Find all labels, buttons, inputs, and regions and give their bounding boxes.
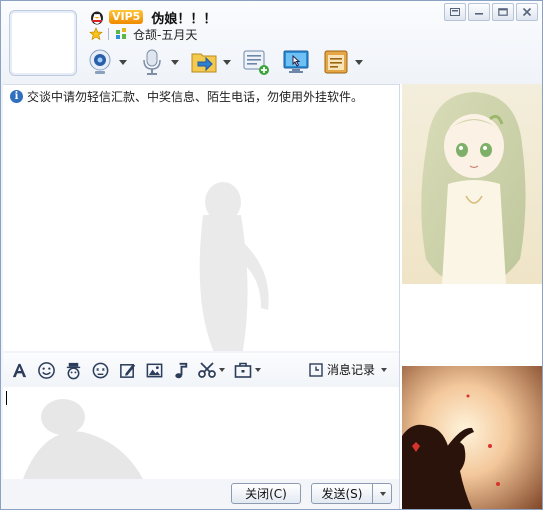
window-controls: [444, 3, 538, 21]
app-box-dropdown-arrow[interactable]: [355, 59, 363, 65]
chat-window: VIP5 伪娘！！！ 仓颉-五月天 i 交谈中请勿轻信汇款、中奖信息、陌生电话，…: [0, 0, 543, 510]
text-cursor: [6, 391, 7, 405]
security-notice: i 交谈中请勿轻信汇款、中奖信息、陌生电话，勿使用外挂软件。: [10, 88, 363, 105]
gift-button[interactable]: [233, 360, 261, 380]
smiley-icon: [37, 361, 55, 379]
skin-button[interactable]: [444, 3, 466, 21]
remote-assist-tool[interactable]: [281, 47, 311, 77]
webcam-icon: [89, 49, 111, 74]
contact-show-image: [402, 84, 542, 284]
avatar[interactable]: [9, 10, 77, 76]
create-discussion-tool[interactable]: [241, 47, 271, 77]
message-history-button[interactable]: 消息记录: [309, 361, 387, 378]
send-options-arrow: [380, 491, 386, 496]
music-note-icon: [174, 362, 187, 378]
webcam-tool[interactable]: [85, 47, 127, 77]
close-icon: [522, 7, 532, 17]
doodle-button[interactable]: [116, 359, 138, 381]
remote-desktop-icon: [283, 50, 309, 73]
send-file-tool[interactable]: [189, 47, 231, 77]
microphone-icon: [143, 49, 161, 75]
vip-badge: VIP5: [109, 10, 144, 24]
briefcase-icon: [234, 362, 252, 378]
contact-photo-image: [402, 366, 542, 509]
info-icon: i: [10, 90, 23, 103]
maximize-icon: [498, 8, 508, 16]
notice-text: 交谈中请勿轻信汇款、中奖信息、陌生电话，勿使用外挂软件。: [27, 90, 364, 104]
magic-emoticon-button[interactable]: [62, 359, 84, 381]
image-icon: [146, 363, 162, 377]
screenshot-button[interactable]: [197, 360, 225, 380]
send-button[interactable]: 发送(S): [311, 483, 373, 504]
chat-add-icon: [243, 50, 269, 75]
shake-face-icon: [92, 362, 108, 378]
history-dropdown-arrow: [381, 367, 387, 372]
skin-icon: [450, 8, 460, 16]
image-button[interactable]: [143, 359, 165, 381]
minimize-button[interactable]: [468, 3, 490, 21]
shake-window-button[interactable]: [89, 359, 111, 381]
webcam-dropdown-arrow[interactable]: [119, 59, 127, 65]
voice-tool[interactable]: [137, 47, 179, 77]
send-options-button[interactable]: [372, 483, 392, 504]
format-toolbar: 消息记录: [3, 353, 399, 387]
action-bar: 关闭(C) 发送(S): [3, 479, 399, 509]
message-input[interactable]: [3, 387, 399, 479]
input-background-figure: [23, 399, 143, 479]
music-button[interactable]: [170, 359, 192, 381]
maximize-button[interactable]: [492, 3, 514, 21]
history-label: 消息记录: [326, 363, 375, 377]
contact-show-panel: [399, 84, 542, 509]
app-box-tool[interactable]: [321, 47, 363, 77]
background-figure: [199, 182, 269, 351]
close-window-button[interactable]: [516, 3, 538, 21]
star-icon[interactable]: [89, 27, 103, 41]
emoticon-button[interactable]: [35, 359, 57, 381]
screenshot-dropdown-arrow[interactable]: [219, 368, 225, 372]
chat-history[interactable]: i 交谈中请勿轻信汇款、中奖信息、陌生电话，勿使用外挂软件。: [3, 84, 399, 351]
gift-dropdown-arrow[interactable]: [255, 368, 261, 372]
minimize-icon: [475, 13, 483, 15]
title-row: VIP5 伪娘！！！: [89, 8, 216, 27]
main-toolbar: [85, 44, 373, 80]
pencil-icon: [119, 363, 135, 378]
scissors-icon: [198, 362, 216, 378]
qq-penguin-icon: [91, 11, 103, 25]
contact-nickname[interactable]: 伪娘！！！: [151, 8, 216, 27]
font-button[interactable]: [8, 359, 30, 381]
signature-text: 仓颉-五月天: [133, 27, 198, 42]
clock-icon: [309, 362, 323, 377]
signature-row: 仓颉-五月天: [89, 26, 197, 42]
send-file-icon: [191, 53, 217, 73]
send-file-dropdown-arrow[interactable]: [223, 59, 231, 65]
close-button[interactable]: 关闭(C): [231, 483, 301, 504]
music-icon[interactable]: [114, 27, 128, 41]
magic-face-icon: [66, 362, 80, 379]
font-icon: [12, 363, 26, 377]
voice-dropdown-arrow[interactable]: [171, 59, 179, 65]
app-box-icon: [324, 50, 348, 74]
divider: [108, 28, 109, 40]
